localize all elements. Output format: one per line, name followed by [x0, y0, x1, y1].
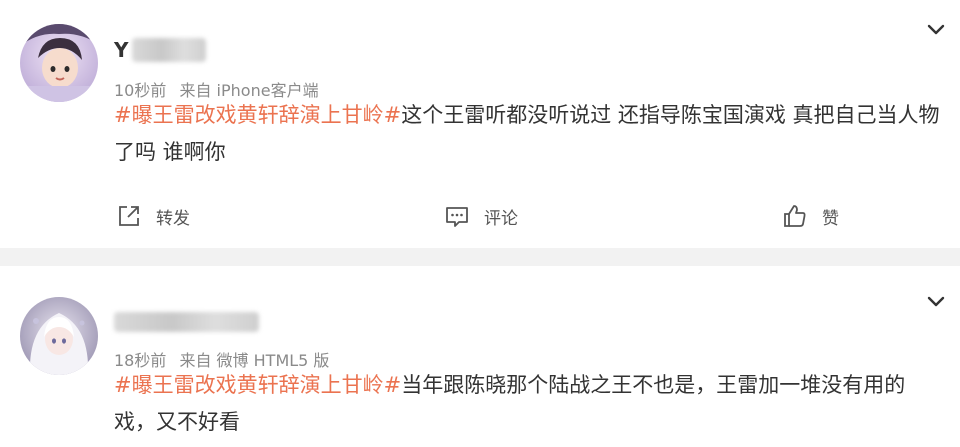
post-card: Y 10秒前 来自 iPhone客户端 #曝王雷改戏黄轩辞演上甘岭#这个王雷听都… [0, 0, 960, 248]
repost-label: 转发 [156, 208, 190, 229]
repost-icon [119, 206, 139, 226]
like-button[interactable]: 赞 [782, 198, 839, 234]
post-content: #曝王雷改戏黄轩辞演上甘岭#当年跟陈晓那个陆战之王不也是，王雷加一堆没有用的戏，… [114, 367, 944, 441]
repost-button[interactable]: 转发 [116, 198, 190, 234]
chevron-down-icon[interactable] [924, 17, 948, 41]
like-label: 赞 [822, 208, 839, 229]
chevron-down-icon[interactable] [924, 289, 948, 313]
avatar[interactable] [20, 24, 98, 102]
comment-icon [446, 207, 468, 227]
post-content: #曝王雷改戏黄轩辞演上甘岭#这个王雷听都没听说过 还指导陈宝国演戏 真把自己当人… [114, 97, 944, 171]
username[interactable]: Y [114, 38, 128, 62]
post-card: 18秒前 来自 微博 HTML5 版 #曝王雷改戏黄轩辞演上甘岭#当年跟陈晓那个… [0, 266, 960, 447]
thumbs-up-icon [784, 205, 806, 227]
action-bar: 转发 评论 赞 [0, 198, 960, 234]
topic-link[interactable]: #曝王雷改戏黄轩辞演上甘岭# [114, 103, 401, 127]
comment-button[interactable]: 评论 [444, 198, 518, 234]
comment-label: 评论 [484, 208, 518, 229]
blurred-username [132, 38, 206, 62]
blurred-username [114, 312, 259, 332]
avatar[interactable] [20, 297, 98, 375]
topic-link[interactable]: #曝王雷改戏黄轩辞演上甘岭# [114, 373, 401, 397]
